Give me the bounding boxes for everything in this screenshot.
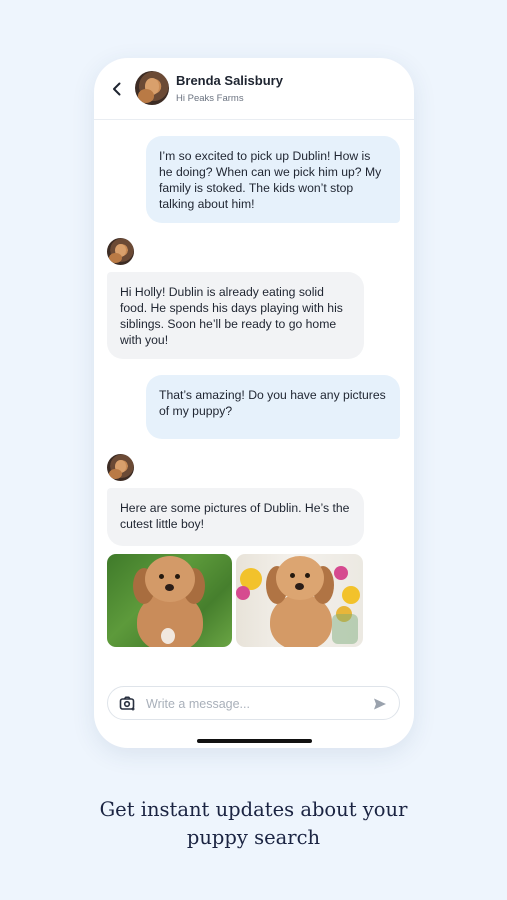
chat-header: Brenda Salisbury Hi Peaks Farms <box>94 58 414 120</box>
promo-caption: Get instant updates about your puppy sea… <box>0 796 507 852</box>
message-composer <box>107 686 400 720</box>
camera-icon <box>119 696 135 711</box>
sender-avatar <box>107 238 134 265</box>
puppy-photo-flowers[interactable] <box>236 554 363 647</box>
home-indicator <box>197 739 312 743</box>
phone-frame: Brenda Salisbury Hi Peaks Farms I’m so e… <box>94 58 414 748</box>
contact-avatar[interactable] <box>135 71 169 105</box>
back-button[interactable] <box>108 80 126 98</box>
message-outgoing: I’m so excited to pick up Dublin! How is… <box>146 136 400 223</box>
message-input[interactable] <box>146 694 361 714</box>
caption-line-2: puppy search <box>186 826 321 849</box>
contact-subtitle: Hi Peaks Farms <box>176 93 244 104</box>
puppy-photo-grass[interactable] <box>107 554 232 647</box>
send-icon <box>374 698 386 710</box>
message-incoming: Here are some pictures of Dublin. He’s t… <box>107 488 364 546</box>
sender-avatar <box>107 454 134 481</box>
contact-name[interactable]: Brenda Salisbury <box>176 73 283 88</box>
camera-button[interactable] <box>119 695 136 712</box>
chevron-left-icon <box>113 82 121 96</box>
message-incoming: Hi Holly! Dublin is already eating solid… <box>107 272 364 359</box>
send-button[interactable] <box>373 697 387 711</box>
message-outgoing: That’s amazing! Do you have any pictures… <box>146 375 400 439</box>
caption-line-1: Get instant updates about your <box>99 798 408 821</box>
